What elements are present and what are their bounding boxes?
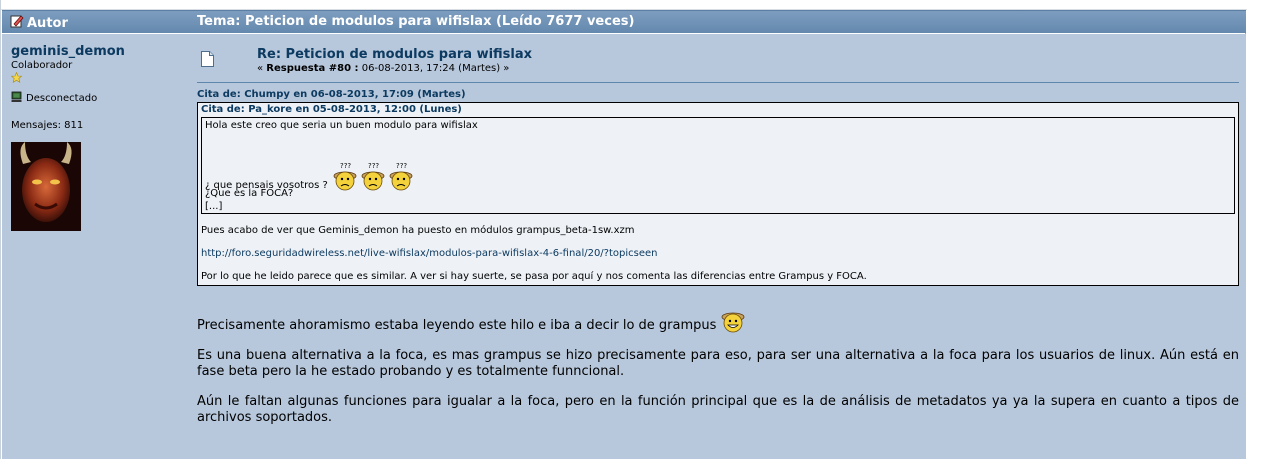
quote-inner-line1: Hola este creo que seria un buen modulo …: [205, 120, 478, 131]
quote-inner-line3: ¿Que es la FOCA?: [205, 188, 294, 199]
quote-header-inner[interactable]: Cita de: Pa_kore en 05-08-2013, 12:00 (L…: [201, 104, 1235, 116]
confused-smiley-icon: ???: [361, 162, 385, 191]
confused-smiley-icon: ???: [333, 162, 357, 191]
quote-outer-link[interactable]: http://foro.seguridadwireless.net/live-w…: [201, 248, 1235, 260]
reply-prefix: «: [257, 63, 267, 74]
offline-icon: [11, 91, 22, 106]
author-sidebar: geminis_demon Colaborador Desconectado M…: [10, 44, 191, 231]
post-subject-link[interactable]: Re: Peticion de modulos para wifislax: [257, 47, 532, 62]
post-paragraph-1-text: Precisamente ahoramismo estaba leyendo e…: [197, 318, 717, 333]
svg-text:???: ???: [368, 162, 379, 170]
quote-inner-line2-row: ¿ que pensais vosotros ? ??? ??? ???: [205, 161, 414, 191]
quote-outer-para1: Pues acabo de ver que Geminis_demon ha p…: [201, 225, 635, 236]
pencil-icon: [10, 14, 24, 32]
autor-column-header: Autor: [10, 14, 68, 32]
reply-number[interactable]: Respuesta #80 :: [266, 63, 358, 74]
svg-text:???: ???: [396, 162, 407, 170]
confused-smiley-icon: ???: [389, 162, 413, 191]
avatar: [11, 142, 191, 231]
status-label: Desconectado: [26, 93, 98, 104]
quote-header-outer[interactable]: Cita de: Chumpy en 06-08-2013, 17:09 (Ma…: [197, 89, 1239, 101]
author-rank: Colaborador: [11, 60, 73, 71]
forum-frame: Autor Tema: Peticion de modulos para wif…: [0, 0, 1247, 459]
post-count: Mensajes: 811: [11, 120, 84, 131]
rank-star-icon: [10, 71, 191, 86]
author-username[interactable]: geminis_demon: [11, 44, 191, 59]
post-paragraph-2: Es una buena alternativa a la foca, es m…: [197, 348, 1239, 379]
topic-header-bar: Autor Tema: Peticion de modulos para wif…: [2, 10, 1246, 33]
grin-smiley-icon: [722, 312, 745, 333]
quote-outer-para3: Por lo que he leido parece que es simila…: [201, 271, 867, 282]
topic-title: Tema: Peticion de modulos para wifislax …: [197, 14, 635, 29]
online-status: Desconectado: [11, 91, 191, 106]
quote-inner: Hola este creo que seria un buen modulo …: [201, 117, 1235, 214]
post-meta: « Respuesta #80 : 06-08-2013, 17:24 (Mar…: [257, 63, 509, 74]
autor-label: Autor: [27, 15, 68, 31]
post-separator: [197, 82, 1239, 83]
post-text: Precisamente ahoramismo estaba leyendo e…: [197, 311, 1239, 426]
post-body: Re: Peticion de modulos para wifislax « …: [197, 44, 1239, 440]
svg-text:???: ???: [340, 162, 351, 170]
post-paragraph-1: Precisamente ahoramismo estaba leyendo e…: [197, 311, 1239, 334]
smiley-group: ??? ??? ???: [332, 161, 414, 191]
quote-inner-line4: [...]: [205, 201, 223, 212]
top-strip: [1, 0, 1247, 10]
post-paragraph-3: Aún le faltan algunas funciones para igu…: [197, 394, 1239, 425]
post-area: geminis_demon Colaborador Desconectado M…: [2, 34, 1246, 459]
post-header: Re: Peticion de modulos para wifislax « …: [197, 44, 1239, 82]
reply-date: 06-08-2013, 17:24 (Martes) »: [358, 63, 510, 74]
document-icon: [201, 51, 214, 71]
quote-outer: Cita de: Pa_kore en 05-08-2013, 12:00 (L…: [197, 102, 1239, 286]
